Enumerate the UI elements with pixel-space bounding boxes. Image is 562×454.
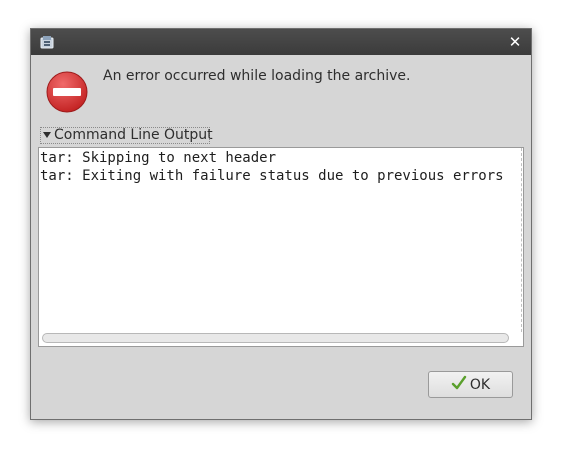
command-line-output-expander[interactable]: Command Line Output	[40, 127, 213, 144]
command-output-textview[interactable]: tar: Skipping to next header tar: Exitin…	[38, 147, 524, 347]
ok-button-label: OK	[469, 376, 491, 393]
output-line: tar: Skipping to next header	[40, 150, 277, 166]
expander-triangle-icon	[43, 131, 51, 138]
error-message: An error occurred while loading the arch…	[103, 68, 411, 84]
checkmark-icon	[451, 375, 467, 395]
horizontal-scrollbar[interactable]	[42, 333, 509, 343]
titlebar: ✕	[31, 29, 531, 55]
right-margin-guide	[521, 148, 522, 332]
output-lines: tar: Skipping to next header tar: Exitin…	[39, 149, 504, 185]
error-dialog: ✕ An error occurred while loading the ar…	[30, 28, 532, 420]
expander-label: Command Line Output	[54, 127, 213, 143]
error-stop-icon	[45, 70, 89, 114]
output-line: tar: Exiting with failure status due to …	[40, 168, 504, 184]
close-icon[interactable]: ✕	[507, 33, 523, 51]
archive-app-icon	[39, 34, 55, 50]
ok-button[interactable]: OK	[428, 371, 513, 398]
